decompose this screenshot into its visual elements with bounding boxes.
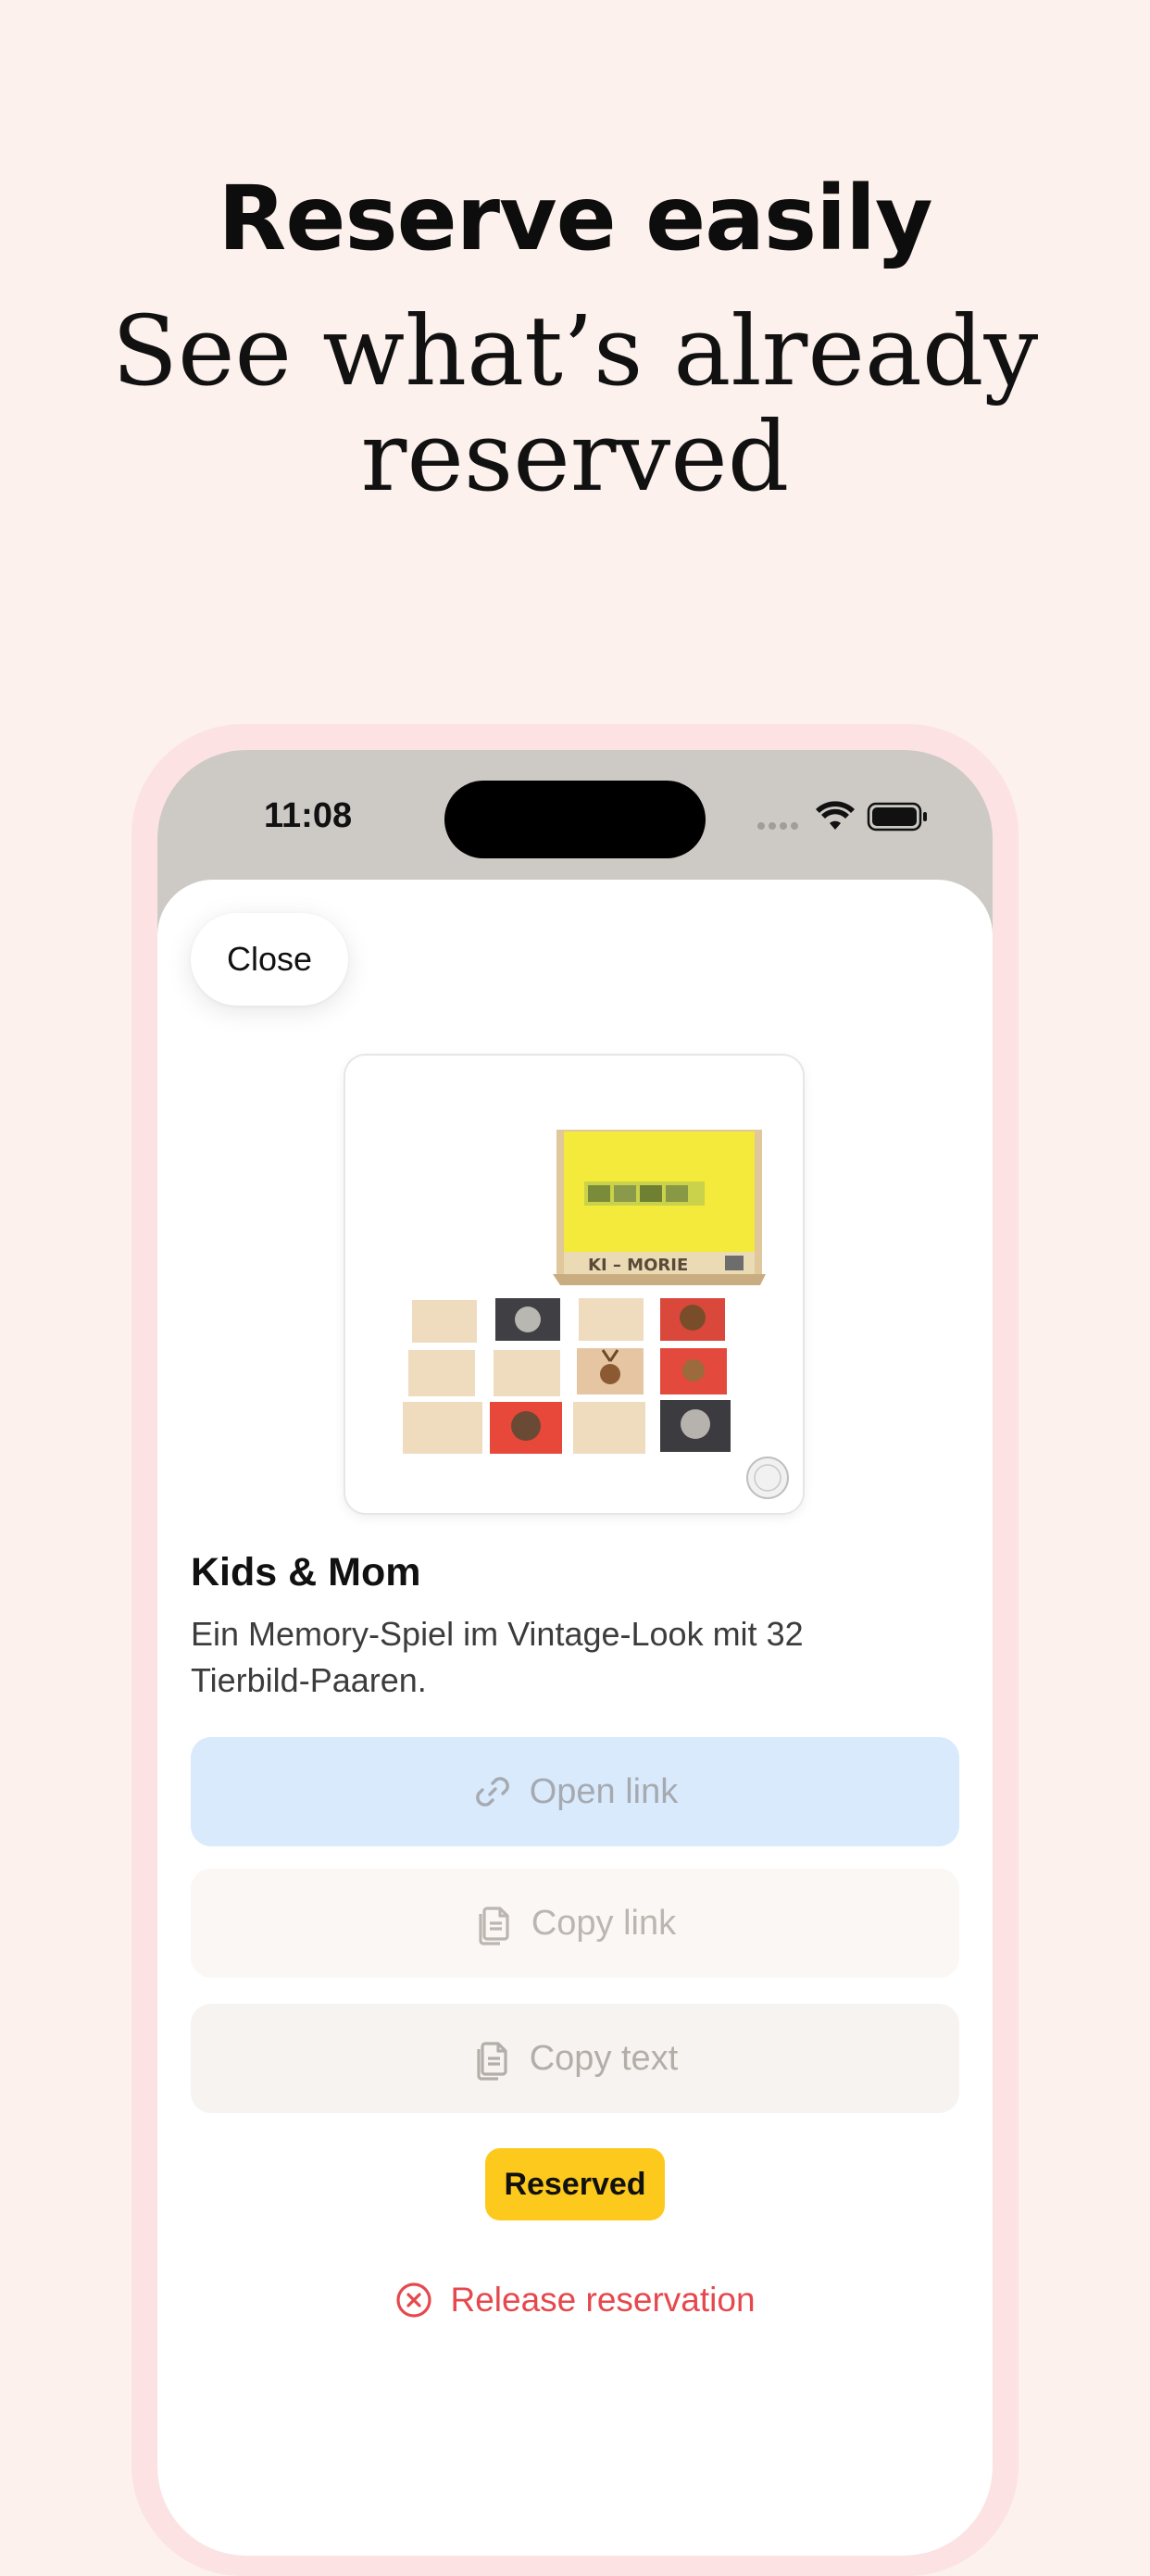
product-image: KI – MORIE: [345, 1056, 803, 1513]
copy-text-button[interactable]: Copy text: [191, 2004, 959, 2113]
product-sheet: Close KI – MORIE Kids & Mom Ein Memory-S…: [157, 880, 993, 2556]
signal-dots-icon: [757, 822, 798, 830]
hero-subtitle: See what’s already reserved: [93, 298, 1057, 509]
battery-icon: [867, 802, 927, 832]
status-time: 11:08: [264, 796, 353, 835]
copy-link-button[interactable]: Copy link: [191, 1869, 959, 1978]
copy-icon: [477, 2042, 507, 2081]
product-title: Kids & Mom: [191, 1550, 421, 1594]
copy-text-label: Copy text: [529, 2038, 679, 2078]
hero-subtitle-line-1: See what’s already: [111, 294, 1039, 407]
memory-game-image: KI – MORIE: [345, 1056, 803, 1513]
open-link-button[interactable]: Open link: [191, 1737, 959, 1846]
open-link-label: Open link: [529, 1771, 679, 1811]
reserved-status-badge: Reserved: [485, 2148, 665, 2220]
wifi-icon: [816, 801, 855, 830]
status-icons: [757, 801, 927, 832]
close-button[interactable]: Close: [191, 913, 348, 1006]
hero-title: Reserve easily: [218, 167, 932, 270]
release-reservation-button[interactable]: Release reservation: [157, 2272, 993, 2328]
hero-subtitle-line-2: reserved: [360, 400, 790, 513]
release-reservation-label: Release reservation: [450, 2281, 756, 2319]
x-circle-icon: [396, 2282, 432, 2318]
link-icon: [475, 1777, 509, 1807]
product-description: Ein Memory-Spiel im Vintage-Look mit 32 …: [191, 1615, 804, 1699]
dynamic-island: [444, 781, 706, 858]
copy-link-label: Copy link: [531, 1903, 677, 1943]
copy-icon: [479, 1907, 509, 1945]
svg-text:KI – MORIE: KI – MORIE: [588, 1256, 688, 1275]
phone-screen: 11:08 Close KI – MORIE Kids & Mom Ein Me…: [157, 750, 993, 2556]
